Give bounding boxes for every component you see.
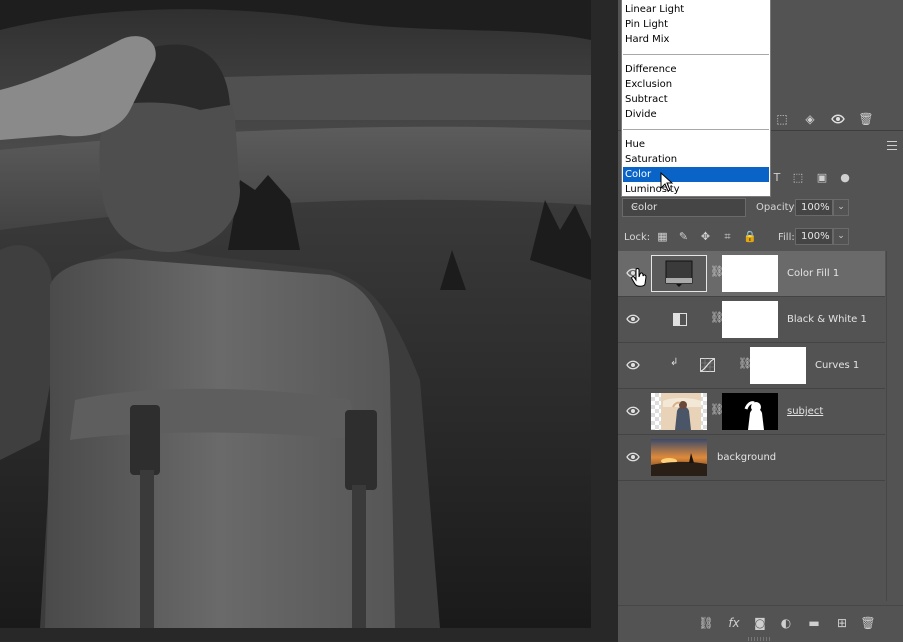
menu-separator: [623, 129, 769, 130]
new-group-icon[interactable]: ▬: [806, 615, 822, 631]
opacity-field[interactable]: 100%: [795, 199, 833, 216]
type-filter-icon[interactable]: T: [770, 171, 784, 185]
fill-field[interactable]: 100%: [795, 228, 833, 245]
panel-resize-grip[interactable]: [748, 637, 772, 641]
eye-icon[interactable]: [626, 358, 640, 372]
eye-icon[interactable]: [824, 109, 852, 129]
blend-option-color[interactable]: Color: [623, 167, 769, 182]
subject-layer-thumbnail: [651, 393, 707, 430]
pointer-cursor-icon: [660, 172, 674, 192]
layer-row-black-white[interactable]: ⛓ Black & White 1: [618, 297, 885, 343]
layers-scrollbar[interactable]: [886, 251, 903, 601]
eye-icon[interactable]: [626, 404, 640, 418]
lock-brush-icon[interactable]: ✎: [677, 230, 690, 243]
blend-option-divide[interactable]: Divide: [623, 107, 769, 122]
curves-adjustment-icon: [700, 358, 715, 372]
lock-artboard-icon[interactable]: ⌗: [721, 230, 734, 243]
fill-label: Fill:: [778, 232, 795, 243]
layers-bottom-toolbar: ⛓ fx ◙ ◐ ▬ ⊞ 🗑: [618, 605, 903, 642]
blend-option-subtract[interactable]: Subtract: [623, 92, 769, 107]
eye-icon[interactable]: [626, 312, 640, 326]
shape-filter-icon[interactable]: ⬚: [791, 171, 805, 185]
clipping-arrow-icon: ↲: [670, 357, 679, 368]
blend-option-difference[interactable]: Difference: [623, 62, 769, 77]
link-icon[interactable]: ⛓: [738, 357, 752, 373]
color-fill-thumbnail: [651, 255, 707, 292]
canvas-pasteboard-bottom: [0, 628, 591, 641]
link-icon[interactable]: ⛓: [710, 265, 724, 281]
blend-opacity-row: Color ⌄ Opacity: 100% ⌄: [618, 197, 903, 219]
lock-position-icon[interactable]: ✥: [699, 230, 712, 243]
fill-value: 100%: [801, 231, 830, 242]
layer-name: subject: [787, 406, 824, 417]
link-icon[interactable]: ⛓: [710, 311, 724, 327]
menu-separator: [623, 54, 769, 55]
blend-mode-menu: Linear Light Pin Light Hard Mix Differen…: [621, 0, 771, 197]
opacity-dropdown[interactable]: ⌄: [833, 199, 849, 216]
layer-mask-thumbnail[interactable]: [722, 255, 778, 292]
lock-row: Lock: ▦ ✎ ✥ ⌗ 🔒 Fill: 100% ⌄: [618, 226, 903, 248]
blend-option-hue[interactable]: Hue: [623, 137, 769, 152]
trash-icon[interactable]: 🗑: [852, 109, 880, 129]
layer-mask-thumbnail[interactable]: [722, 393, 778, 430]
layer-name: Color Fill 1: [787, 268, 840, 279]
blend-option-saturation[interactable]: Saturation: [623, 152, 769, 167]
canvas-pasteboard: [591, 0, 618, 641]
new-layer-icon[interactable]: ⊞: [834, 615, 850, 631]
link-icon[interactable]: ⛓: [710, 403, 724, 419]
selection-icon[interactable]: ⬚: [768, 109, 796, 129]
add-mask-icon[interactable]: ◙: [752, 615, 768, 631]
lock-all-icon[interactable]: 🔒: [743, 230, 757, 243]
canvas-image: [0, 0, 591, 628]
link-layers-icon[interactable]: ⛓: [698, 615, 714, 631]
properties-toolbar: ⬚ ◈ 🗑: [768, 108, 903, 130]
opacity-value: 100%: [801, 202, 830, 213]
panel-menu-icon[interactable]: [887, 141, 897, 150]
blend-option-pin-light[interactable]: Pin Light: [623, 17, 769, 32]
blend-option-hard-mix[interactable]: Hard Mix: [623, 32, 769, 47]
filter-toggle-icon[interactable]: ●: [838, 171, 852, 185]
blend-mode-select[interactable]: Color ⌄: [622, 198, 746, 217]
blend-option-luminosity[interactable]: Luminosity: [623, 182, 769, 197]
black-white-adjustment-icon: [673, 313, 687, 326]
layer-row-subject[interactable]: ⛓ subject: [618, 389, 885, 435]
blend-option-linear-light[interactable]: Linear Light: [623, 2, 769, 17]
layer-row-background[interactable]: background: [618, 435, 885, 481]
lock-label: Lock:: [624, 232, 651, 243]
fill-dropdown[interactable]: ⌄: [833, 228, 849, 245]
layer-name: Curves 1: [815, 360, 860, 371]
smart-object-filter-icon[interactable]: ▣: [815, 171, 829, 185]
hand-cursor-icon: [631, 268, 647, 287]
opacity-label: Opacity:: [756, 202, 798, 213]
layer-mask-thumbnail[interactable]: [722, 301, 778, 338]
eye-icon[interactable]: [626, 450, 640, 464]
fx-icon[interactable]: fx: [726, 615, 742, 631]
layer-name: Black & White 1: [787, 314, 867, 325]
blend-option-exclusion[interactable]: Exclusion: [623, 77, 769, 92]
chevron-down-icon: ⌄: [631, 200, 640, 211]
lock-transparent-icon[interactable]: ▦: [656, 230, 669, 243]
layer-name: background: [717, 452, 777, 463]
adjustment-layer-icon[interactable]: ◐: [778, 615, 794, 631]
layer-mask-thumbnail[interactable]: [750, 347, 806, 384]
layer-row-color-fill[interactable]: ⛓ Color Fill 1: [618, 251, 885, 297]
layer-row-curves[interactable]: ↲ ⛓ Curves 1: [618, 343, 885, 389]
background-layer-thumbnail: [651, 439, 707, 476]
mask-icon[interactable]: ◈: [796, 109, 824, 129]
layer-list: ⛓ Color Fill 1 ⛓ Black & White 1 ↲ ⛓ Cur…: [618, 251, 885, 481]
delete-layer-icon[interactable]: 🗑: [860, 615, 876, 631]
document-canvas[interactable]: [0, 0, 591, 628]
